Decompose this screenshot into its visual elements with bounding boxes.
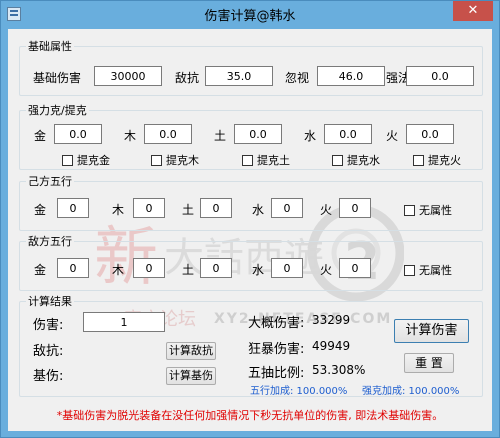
- enemy-earth-label: 土: [182, 263, 195, 277]
- group-title-self: 己方五行: [26, 173, 74, 189]
- five-elements-bonus: 五行加成: 100.000%: [250, 386, 348, 397]
- enemy-wood-label: 木: [112, 263, 125, 277]
- enemy-fire-label: 火: [320, 263, 333, 277]
- group-title-result: 计算结果: [26, 293, 74, 309]
- check-enemy-no-attribute-label: 无属性: [419, 264, 452, 277]
- group-enemy-five-elements: 敌方五行 金 木 土 水 火 无属性: [19, 233, 483, 291]
- check-restrain-water[interactable]: 提克水: [332, 152, 380, 168]
- check-restrain-fire[interactable]: 提克火: [413, 152, 461, 168]
- check-restrain-wood-label: 提克木: [166, 154, 199, 167]
- approx-damage-value: 33299: [312, 313, 351, 327]
- check-restrain-earth[interactable]: 提克土: [242, 152, 290, 168]
- self-water-input[interactable]: [271, 198, 303, 218]
- app-window: 伤害计算@韩水 ✕ 新 大話西遊 2 官方论坛 XY2.NETEASE.COM …: [0, 0, 500, 438]
- checkbox-box[interactable]: [332, 154, 343, 166]
- calc-resist-button[interactable]: 计算敌抗: [166, 342, 216, 360]
- self-fire-input[interactable]: [339, 198, 371, 218]
- self-water-label: 水: [252, 203, 265, 217]
- strong-water-input[interactable]: [324, 124, 372, 144]
- base-damage-label: 基础伤害: [33, 71, 82, 85]
- check-restrain-metal[interactable]: 提克金: [62, 152, 110, 168]
- self-wood-label: 木: [112, 203, 125, 217]
- calc-damage-button[interactable]: 计算伤害: [394, 319, 469, 343]
- group-strong-restraint: 强力克/提克 金 提克金 木 提克木 土 提克土 水 提克水 火 提克火: [19, 102, 483, 170]
- group-self-five-elements: 己方五行 金 木 土 水 火 无属性: [19, 173, 483, 231]
- calc-base-button[interactable]: 计算基伤: [166, 367, 216, 385]
- check-enemy-no-attribute[interactable]: 无属性: [404, 262, 452, 278]
- enemy-fire-input[interactable]: [339, 258, 371, 278]
- group-title-base: 基础属性: [26, 38, 74, 54]
- result-resist-label: 敌抗:: [33, 344, 64, 359]
- group-title-strong: 强力克/提克: [26, 102, 89, 118]
- enemy-metal-input[interactable]: [57, 258, 89, 278]
- check-restrain-earth-label: 提克土: [257, 154, 290, 167]
- self-metal-input[interactable]: [57, 198, 89, 218]
- strong-water-label: 水: [304, 129, 317, 143]
- self-wood-input[interactable]: [133, 198, 165, 218]
- enemy-metal-label: 金: [34, 263, 47, 277]
- checkbox-box[interactable]: [62, 154, 73, 166]
- strong-fire-input[interactable]: [406, 124, 454, 144]
- checkbox-box[interactable]: [413, 154, 424, 166]
- self-fire-label: 火: [320, 203, 333, 217]
- enemy-water-input[interactable]: [271, 258, 303, 278]
- approx-damage-label: 大概伤害:: [248, 316, 305, 331]
- check-self-no-attribute[interactable]: 无属性: [404, 202, 452, 218]
- strong-earth-input[interactable]: [234, 124, 282, 144]
- check-restrain-water-label: 提克水: [347, 154, 380, 167]
- ratio-label: 五抽比例:: [248, 366, 305, 381]
- result-damage-input[interactable]: [83, 312, 165, 332]
- checkbox-box[interactable]: [151, 154, 162, 166]
- ignore-input[interactable]: [317, 66, 385, 86]
- strong-metal-label: 金: [34, 129, 47, 143]
- crit-damage-value: 49949: [312, 339, 351, 353]
- enemy-resist-input[interactable]: [205, 66, 273, 86]
- crit-damage-label: 狂暴伤害:: [248, 342, 305, 357]
- strong-wood-label: 木: [124, 129, 137, 143]
- enemy-resist-label: 敌抗: [175, 71, 200, 85]
- client-area: 新 大話西遊 2 官方论坛 XY2.NETEASE.COM 基础属性 基础伤害 …: [8, 29, 492, 431]
- group-title-enemy: 敌方五行: [26, 233, 74, 249]
- self-earth-input[interactable]: [200, 198, 232, 218]
- strong-wood-input[interactable]: [144, 124, 192, 144]
- enemy-wood-input[interactable]: [133, 258, 165, 278]
- footnote: *基础伤害为脱光装备在没任何加强情况下秒无抗单位的伤害, 即法术基础伤害。: [56, 409, 444, 422]
- checkbox-box[interactable]: [404, 264, 415, 276]
- check-restrain-wood[interactable]: 提克木: [151, 152, 199, 168]
- ratio-value: 53.308%: [312, 363, 366, 377]
- group-base-attributes: 基础属性 基础伤害 敌抗 忽视 强法: [19, 38, 483, 96]
- spell-power-input[interactable]: [406, 66, 474, 86]
- result-damage-label: 伤害:: [33, 318, 64, 333]
- title-bar[interactable]: 伤害计算@韩水 ✕: [1, 1, 499, 27]
- group-result: 计算结果 伤害: 敌抗: 计算敌抗 基伤: 计算基伤 大概伤害: 33299 狂…: [19, 293, 483, 397]
- window-title: 伤害计算@韩水: [204, 9, 296, 24]
- close-button[interactable]: ✕: [453, 1, 493, 21]
- checkbox-box[interactable]: [242, 154, 253, 166]
- check-self-no-attribute-label: 无属性: [419, 204, 452, 217]
- check-restrain-metal-label: 提克金: [77, 154, 110, 167]
- self-earth-label: 土: [182, 203, 195, 217]
- result-base-label: 基伤:: [33, 369, 64, 384]
- strong-earth-label: 土: [214, 129, 227, 143]
- strong-restraint-bonus: 强克加成: 100.000%: [362, 386, 460, 397]
- ignore-label: 忽视: [285, 71, 310, 85]
- enemy-earth-input[interactable]: [200, 258, 232, 278]
- check-restrain-fire-label: 提克火: [428, 154, 461, 167]
- reset-button[interactable]: 重 置: [404, 353, 454, 373]
- self-metal-label: 金: [34, 203, 47, 217]
- strong-fire-label: 火: [386, 129, 399, 143]
- checkbox-box[interactable]: [404, 204, 415, 216]
- enemy-water-label: 水: [252, 263, 265, 277]
- strong-metal-input[interactable]: [54, 124, 102, 144]
- base-damage-input[interactable]: [94, 66, 162, 86]
